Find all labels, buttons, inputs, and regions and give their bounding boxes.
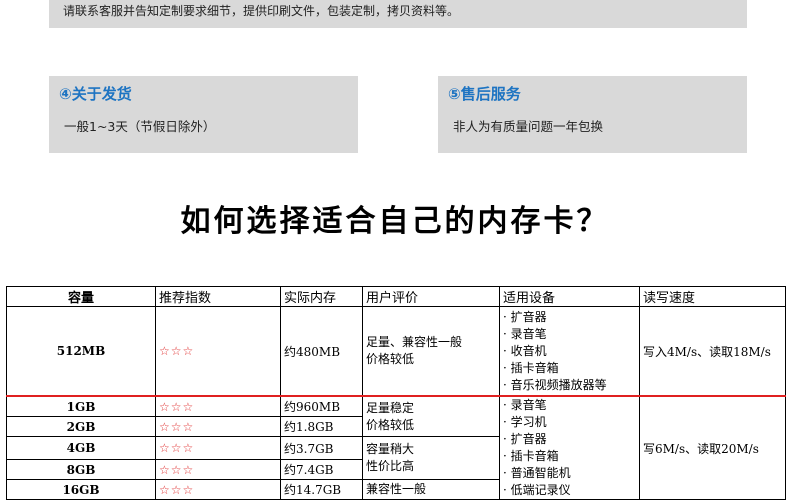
rating-stars: ☆☆☆ <box>155 479 281 500</box>
header-rating: 推荐指数 <box>155 286 281 307</box>
capacity-cell: 2GB <box>6 416 156 437</box>
table-row-512mb: 512MB ☆☆☆ 约480MB 足量、兼容性一般 价格较低 · 扩音器 · 录… <box>6 306 786 397</box>
actual-memory-cell: 约7.4GB <box>280 459 363 480</box>
speed-cell: 写入4M/s、读取18M/s <box>639 306 786 397</box>
speed-cell: 写6M/s、读取20M/s <box>639 395 786 500</box>
device-item: · 学习机 <box>503 415 547 429</box>
review-line: 容量稍大 <box>366 442 415 456</box>
review-cell: 足量稳定 价格较低 <box>362 395 500 437</box>
review-line: 价格较低 <box>366 352 415 366</box>
devices-cell: · 录音笔 · 学习机 · 扩音器 · 插卡音箱 · 普通智能机 · 低端记录仪 <box>499 395 640 500</box>
capacity-cell: 4GB <box>6 436 156 460</box>
header-review: 用户评价 <box>362 286 500 307</box>
review-cell: 足量、兼容性一般 价格较低 <box>362 306 500 397</box>
after-sales-box: ⑤售后服务 非人为有质量问题一年包换 <box>438 76 747 153</box>
memory-card-guide-table: 容量 推荐指数 实际内存 用户评价 适用设备 读写速度 512MB ☆☆☆ 约4… <box>6 286 786 500</box>
review-line: 价格较低 <box>366 417 415 432</box>
device-item: · 扩音器 <box>503 432 547 446</box>
rating-stars: ☆☆☆ <box>155 395 281 417</box>
device-item: · 音乐视频播放器等 <box>503 377 607 392</box>
header-capacity: 容量 <box>6 286 156 307</box>
device-item: · 普通智能机 <box>503 466 571 480</box>
capacity-cell: 512MB <box>6 306 156 397</box>
shipping-title: ④关于发货 <box>59 85 132 103</box>
actual-memory-cell: 约1.8GB <box>280 416 363 437</box>
actual-memory-cell: 约3.7GB <box>280 436 363 460</box>
capacity-cell: 16GB <box>6 479 156 500</box>
after-sales-desc: 非人为有质量问题一年包换 <box>453 119 604 134</box>
device-item: · 录音笔 <box>503 326 547 341</box>
review-line: 足量、兼容性一般 <box>366 335 463 349</box>
device-item: · 插卡音箱 <box>503 360 559 375</box>
device-item: · 低端记录仪 <box>503 483 571 497</box>
table-row-1gb: 1GB ☆☆☆ 约960MB 足量稳定 价格较低 · 录音笔 · 学习机 · 扩… <box>6 395 786 500</box>
review-cell: 兼容性一般 <box>362 479 500 500</box>
actual-memory-cell: 约14.7GB <box>280 479 363 500</box>
rating-stars: ☆☆☆ <box>155 306 281 397</box>
device-item: · 录音笔 <box>503 398 547 412</box>
capacity-cell: 8GB <box>6 459 156 480</box>
top-note-box: 请联系客服并告知定制要求细节，提供印刷文件，包装定制，拷贝资料等。 <box>49 0 747 28</box>
table-header-row: 容量 推荐指数 实际内存 用户评价 适用设备 读写速度 <box>6 286 786 307</box>
capacity-cell: 1GB <box>6 395 156 417</box>
header-devices: 适用设备 <box>499 286 640 307</box>
device-item: · 扩音器 <box>503 309 547 324</box>
header-speed: 读写速度 <box>639 286 786 307</box>
review-line: 足量稳定 <box>366 400 415 415</box>
shipping-desc: 一般1~3天（节假日除外） <box>64 119 216 134</box>
review-line: 性价比高 <box>366 459 415 473</box>
rating-stars: ☆☆☆ <box>155 459 281 480</box>
actual-memory-cell: 约960MB <box>280 395 363 417</box>
review-cell: 容量稍大 性价比高 <box>362 436 500 480</box>
device-item: · 收音机 <box>503 343 547 358</box>
shipping-box: ④关于发货 一般1~3天（节假日除外） <box>49 76 358 153</box>
rating-stars: ☆☆☆ <box>155 416 281 437</box>
devices-cell: · 扩音器 · 录音笔 · 收音机 · 插卡音箱 · 音乐视频播放器等 <box>499 306 640 397</box>
header-actual: 实际内存 <box>280 286 363 307</box>
device-item: · 插卡音箱 <box>503 449 559 463</box>
rating-stars: ☆☆☆ <box>155 436 281 460</box>
top-note-text: 请联系客服并告知定制要求细节，提供印刷文件，包装定制，拷贝资料等。 <box>63 4 460 18</box>
actual-memory-cell: 约480MB <box>280 306 363 397</box>
after-sales-title: ⑤售后服务 <box>448 85 521 103</box>
page-headline: 如何选择适合自己的内存卡？ <box>180 204 610 239</box>
